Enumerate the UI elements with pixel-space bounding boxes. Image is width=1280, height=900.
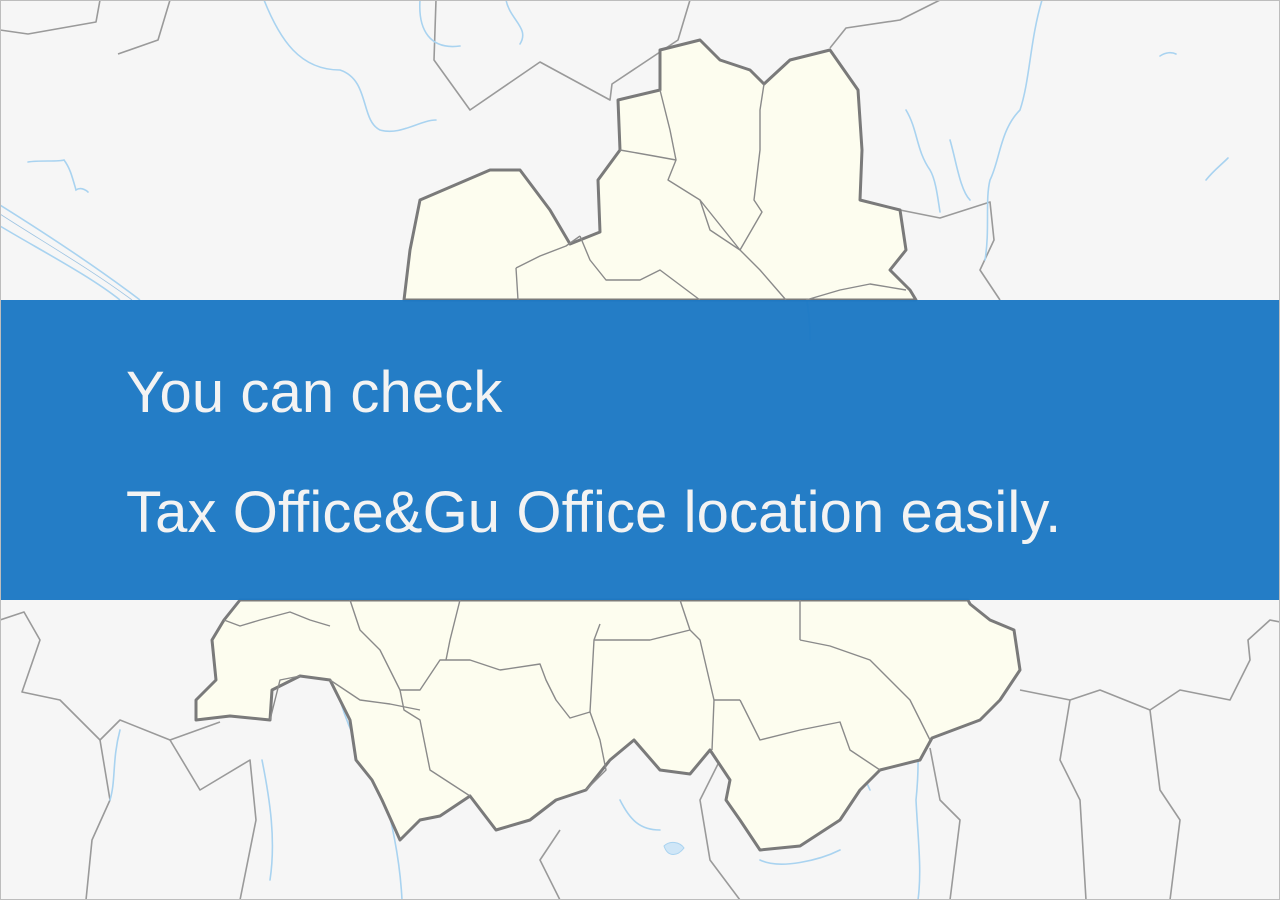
map-view[interactable]: You can check Tax Office&Gu Office locat… — [0, 0, 1280, 900]
banner-subline: Tax Office&Gu Office location easily. — [126, 480, 1062, 545]
promo-banner: You can check Tax Office&Gu Office locat… — [0, 300, 1280, 600]
banner-headline: You can check — [126, 360, 503, 425]
